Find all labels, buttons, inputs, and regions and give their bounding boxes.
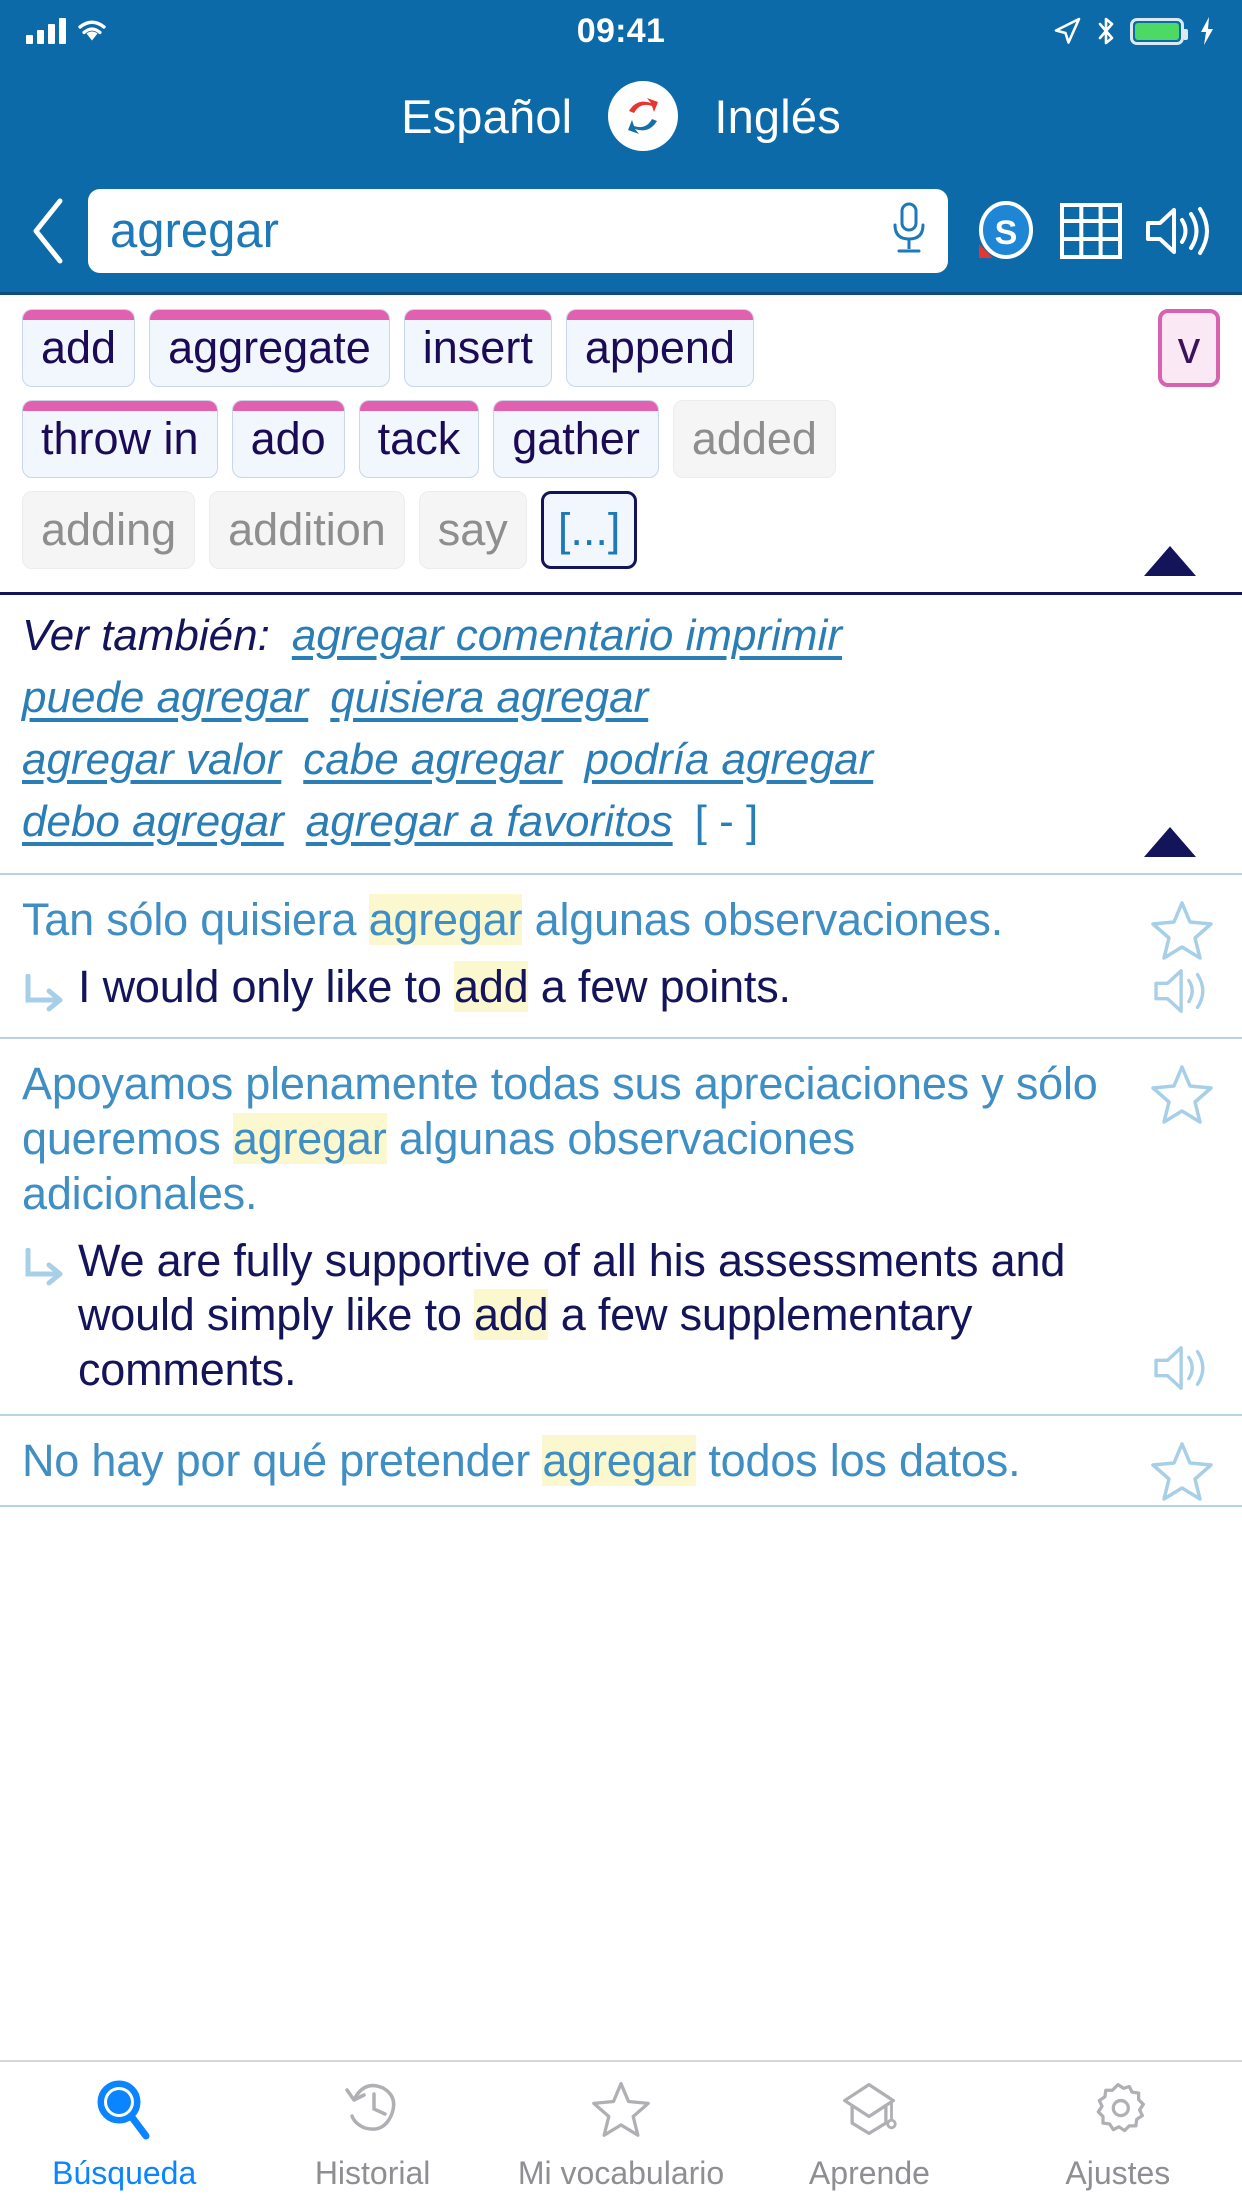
tab-label: Aprende xyxy=(808,2155,930,2191)
see-also-line: Ver también: agregar comentario imprimir xyxy=(22,611,1220,661)
example-item: No hay por qué pretender agregar todos l… xyxy=(0,1416,1242,1508)
translation-chip[interactable]: adding xyxy=(22,491,196,569)
star-icon xyxy=(591,2078,651,2145)
speaker-icon[interactable] xyxy=(1152,1341,1216,1400)
battery-icon xyxy=(1130,17,1188,45)
see-also-link[interactable]: agregar valor xyxy=(22,735,281,785)
example-item: Apoyamos plenamente todas sus apreciacio… xyxy=(0,1039,1242,1417)
see-also-link[interactable]: agregar a favoritos xyxy=(306,797,673,847)
part-of-speech-badge[interactable]: v xyxy=(1158,309,1220,387)
collapse-triangle-icon[interactable] xyxy=(1144,827,1196,857)
example-item: Tan sólo quisiera agregar algunas observ… xyxy=(0,875,1242,1039)
see-also-link[interactable]: debo agregar xyxy=(22,797,284,847)
tab-label: Historial xyxy=(314,2155,431,2191)
translation-chip[interactable]: say xyxy=(418,491,527,569)
target-highlight: add xyxy=(454,960,529,1012)
more-translations-chip[interactable]: [...] xyxy=(540,491,638,569)
translation-row: throw in ado tack gather added xyxy=(22,400,1220,478)
examples-list: Tan sólo quisiera agregar algunas observ… xyxy=(0,873,1242,2060)
see-also-link[interactable]: cabe agregar xyxy=(303,735,562,785)
source-text-pre: No hay por qué pretender xyxy=(22,1435,543,1487)
search-icon xyxy=(94,2078,154,2145)
status-bar-clock: 09:41 xyxy=(576,11,666,50)
translation-chip[interactable]: ado xyxy=(231,400,345,478)
translation-chip[interactable]: added xyxy=(672,400,836,478)
source-text-pre: Tan sólo quisiera xyxy=(22,894,369,945)
tab-ajustes[interactable]: Ajustes xyxy=(994,2078,1242,2192)
source-highlight: agregar xyxy=(232,1112,387,1164)
conjugation-table-icon[interactable] xyxy=(1048,189,1134,273)
source-language-button[interactable]: Español xyxy=(401,89,572,144)
tab-mi-vocabulario[interactable]: Mi vocabulario xyxy=(497,2078,745,2192)
tab-label: Ajustes xyxy=(1065,2155,1171,2191)
translation-row: adding addition say [...] xyxy=(22,491,1220,569)
collapse-triangle-icon[interactable] xyxy=(1144,546,1196,576)
search-bar: agregar S xyxy=(0,170,1242,292)
microphone-icon[interactable] xyxy=(888,201,930,262)
app-root: 09:41 Español Inglés agregar S add aggre… xyxy=(0,0,1242,2208)
star-outline-icon[interactable] xyxy=(1150,899,1214,966)
svg-text:S: S xyxy=(995,214,1018,252)
source-text-post: algunas observaciones. xyxy=(522,894,1004,945)
translation-chip[interactable]: gather xyxy=(493,400,659,478)
example-source-sentence: No hay por qué pretender agregar todos l… xyxy=(22,1434,1220,1489)
see-also-panel: Ver también: agregar comentario imprimir… xyxy=(0,592,1242,873)
see-also-link[interactable]: agregar comentario imprimir xyxy=(292,611,842,661)
see-also-minus-toggle[interactable]: [ - ] xyxy=(695,797,759,847)
translation-chip[interactable]: addition xyxy=(209,491,405,569)
see-also-link[interactable]: podría agregar xyxy=(585,735,874,785)
source-text-post: todos los datos. xyxy=(696,1435,1021,1487)
translation-arrow-icon xyxy=(22,1234,78,1295)
example-target-row: We are fully supportive of all his asses… xyxy=(22,1234,1220,1399)
back-chevron-icon[interactable] xyxy=(10,192,88,270)
bottom-tab-bar: Búsqueda Historial Mi vocabulario Aprend… xyxy=(0,2060,1242,2208)
translation-chip[interactable]: insert xyxy=(403,309,552,387)
source-highlight: agregar xyxy=(542,1435,697,1487)
see-also-line: agregar valor cabe agregar podría agrega… xyxy=(22,735,1220,785)
translation-row: add aggregate insert append xyxy=(22,309,1220,387)
translations-panel: add aggregate insert append throw in ado… xyxy=(0,292,1242,592)
example-source-sentence: Apoyamos plenamente todas sus apreciacio… xyxy=(22,1057,1220,1222)
speaker-icon[interactable] xyxy=(1134,189,1220,273)
star-outline-icon[interactable] xyxy=(1150,1063,1214,1130)
translation-chip[interactable]: aggregate xyxy=(149,309,390,387)
tab-historial[interactable]: Historial xyxy=(248,2078,496,2192)
tab-busqueda[interactable]: Búsqueda xyxy=(0,2078,248,2192)
star-outline-icon[interactable] xyxy=(1150,1440,1214,1507)
translation-chip[interactable]: throw in xyxy=(22,400,218,478)
see-also-line: puede agregar quisiera agregar xyxy=(22,673,1220,723)
graduation-icon xyxy=(839,2078,899,2145)
speaker-icon[interactable] xyxy=(1152,964,1216,1023)
gear-icon xyxy=(1088,2078,1148,2145)
search-input[interactable]: agregar xyxy=(110,207,888,256)
swap-languages-icon[interactable] xyxy=(608,81,679,151)
target-highlight: add xyxy=(473,1289,549,1341)
status-bar: 09:41 xyxy=(0,0,1242,62)
translation-chip[interactable]: tack xyxy=(358,400,480,478)
translation-arrow-icon xyxy=(22,960,78,1021)
see-also-line: debo agregar agregar a favoritos [ - ] xyxy=(22,797,1220,847)
search-field[interactable]: agregar xyxy=(88,189,948,273)
target-text-post: a few points. xyxy=(528,960,791,1012)
translation-chip[interactable]: add xyxy=(22,309,136,387)
app-header: 09:41 Español Inglés agregar S xyxy=(0,0,1242,292)
tab-label: Mi vocabulario xyxy=(517,2155,725,2191)
tab-label: Búsqueda xyxy=(52,2155,197,2191)
example-target-sentence: We are fully supportive of all his asses… xyxy=(78,1234,1100,1399)
language-switcher: Español Inglés xyxy=(0,62,1242,170)
see-also-label: Ver también: xyxy=(22,611,270,660)
example-source-sentence: Tan sólo quisiera agregar algunas observ… xyxy=(22,893,1220,948)
tab-aprende[interactable]: Aprende xyxy=(745,2078,993,2192)
skype-translate-icon[interactable]: S xyxy=(962,189,1048,273)
source-highlight: agregar xyxy=(368,894,523,945)
see-also-link[interactable]: puede agregar xyxy=(22,673,308,723)
example-target-sentence: I would only like to add a few points. xyxy=(78,960,791,1015)
history-icon xyxy=(343,2078,403,2145)
example-target-row: I would only like to add a few points. xyxy=(22,960,1220,1021)
see-also-link[interactable]: quisiera agregar xyxy=(330,673,648,723)
translation-chip[interactable]: append xyxy=(565,309,754,387)
target-language-button[interactable]: Inglés xyxy=(714,89,841,144)
target-text-pre: I would only like to xyxy=(78,960,454,1012)
